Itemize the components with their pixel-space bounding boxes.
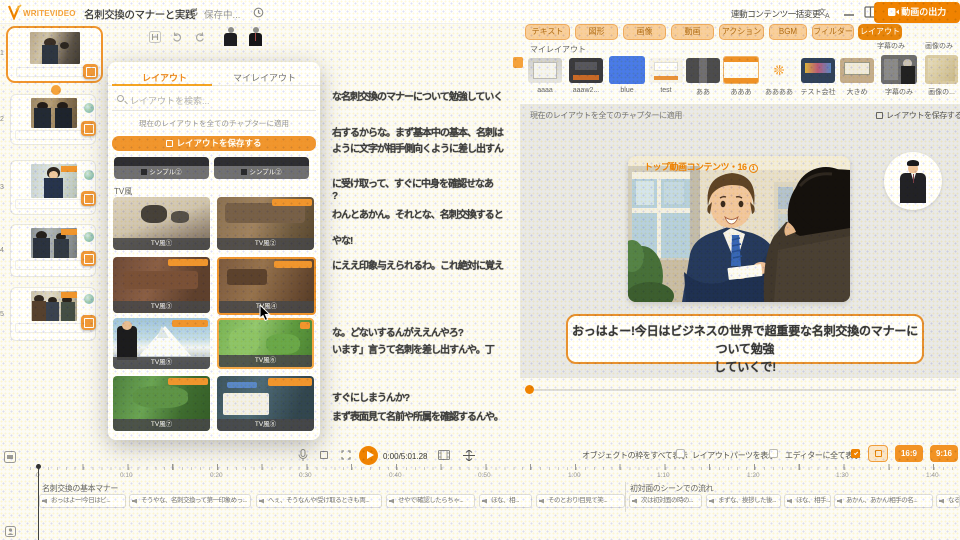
svg-text:A: A bbox=[825, 13, 830, 19]
